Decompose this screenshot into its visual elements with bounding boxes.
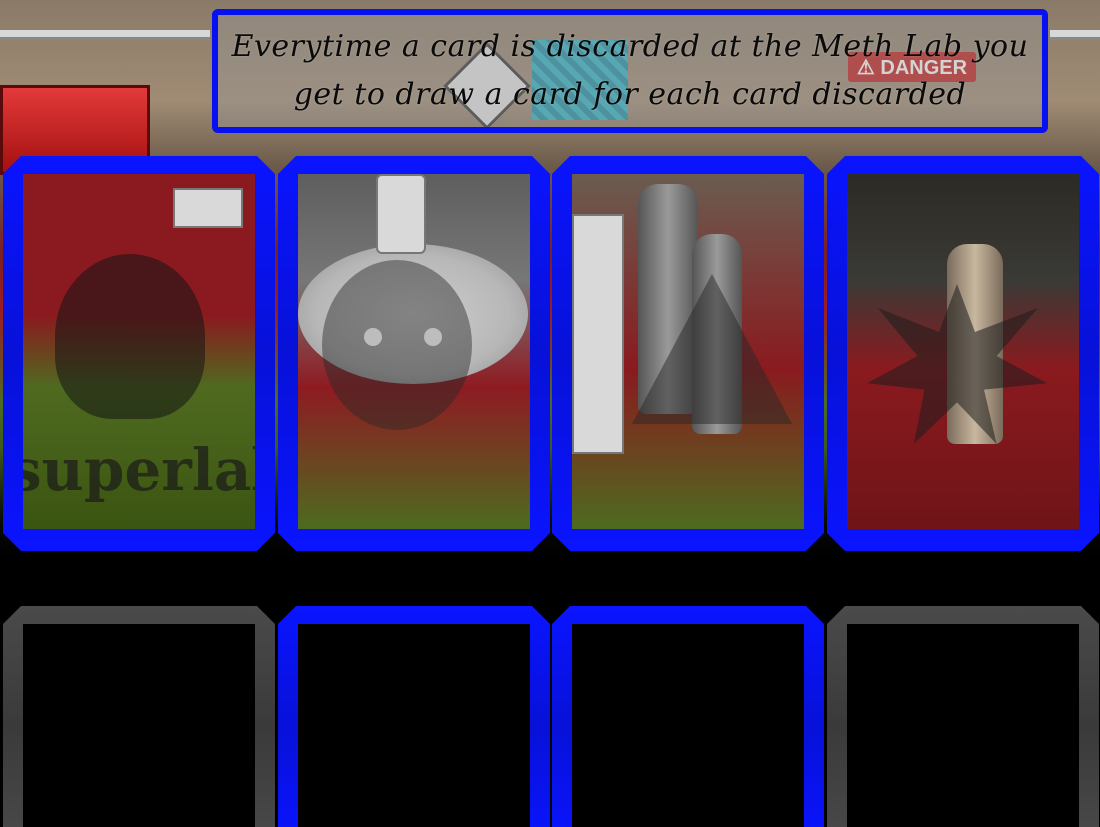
card-slot-4[interactable] bbox=[827, 156, 1099, 551]
wall-shelf bbox=[1050, 30, 1100, 40]
empty-slot-1[interactable] bbox=[3, 606, 275, 827]
empty-slot-area bbox=[572, 624, 804, 827]
card-art bbox=[572, 174, 804, 529]
banner-line-2: get to draw a card for each card discard… bbox=[293, 77, 967, 112]
card-art bbox=[298, 174, 530, 529]
machine-block bbox=[173, 188, 243, 228]
card-slot-3[interactable] bbox=[552, 156, 824, 551]
triangle-watermark-icon bbox=[632, 274, 792, 424]
instruction-banner: Everytime a card is discarded at the Met… bbox=[212, 9, 1048, 133]
empty-slot-4[interactable] bbox=[827, 606, 1099, 827]
banner-line-1: Everytime a card is discarded at the Met… bbox=[231, 29, 1029, 64]
card-slot-1[interactable]: superlab bbox=[3, 156, 275, 551]
control-panel bbox=[572, 214, 624, 454]
empty-slot-2[interactable] bbox=[278, 606, 550, 827]
empty-slot-area bbox=[23, 624, 255, 827]
empty-slot-3[interactable] bbox=[552, 606, 824, 827]
card-art: superlab bbox=[23, 174, 255, 529]
smiley-watermark-icon bbox=[322, 260, 472, 430]
skull-watermark-icon bbox=[55, 254, 205, 419]
empty-slot-area bbox=[298, 624, 530, 827]
card-watermark-text: superlab bbox=[23, 436, 252, 504]
card-art bbox=[847, 174, 1079, 529]
wall-shelf bbox=[0, 30, 210, 40]
mixer-head bbox=[376, 174, 426, 254]
card-slot-2[interactable] bbox=[278, 156, 550, 551]
empty-slot-area bbox=[847, 624, 1079, 827]
